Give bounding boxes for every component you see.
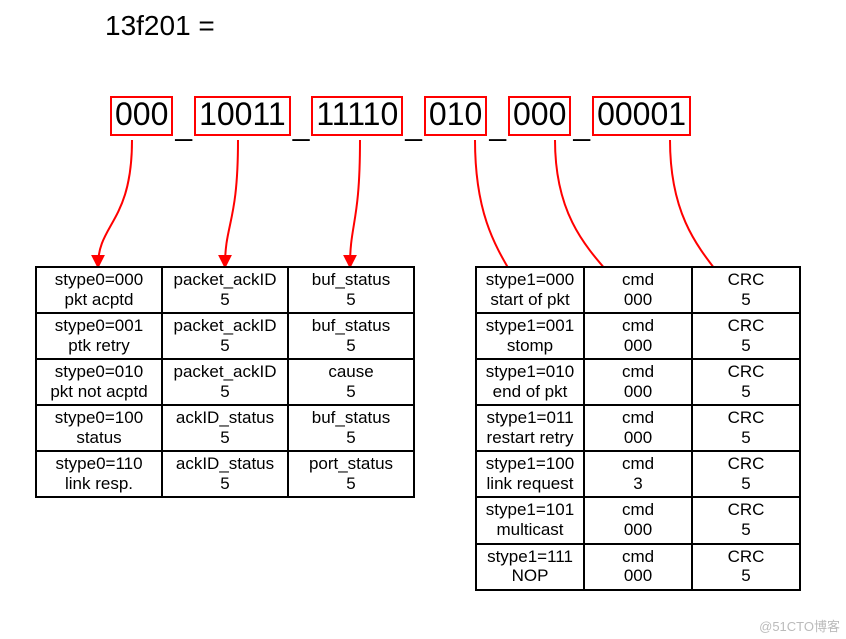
stype1-cell: CRC5 [692, 497, 800, 543]
stype0-cell: packet_ackID5 [162, 267, 288, 313]
table-row: stype0=100statusackID_status5buf_status5 [36, 405, 414, 451]
stype1-cell: cmd000 [584, 497, 692, 543]
separator: _ [403, 109, 424, 143]
arrow [350, 140, 360, 266]
table-row: stype1=000start of pktcmd000CRC5 [476, 267, 800, 313]
separator: _ [571, 109, 592, 143]
stype1-cell: cmd000 [584, 405, 692, 451]
stype0-cell: stype0=000pkt acptd [36, 267, 162, 313]
watermark: @51CTO博客 [759, 616, 840, 635]
stype1-cell: stype1=010end of pkt [476, 359, 584, 405]
table-row: stype1=100link requestcmd3CRC5 [476, 451, 800, 497]
stype1-cell: CRC5 [692, 313, 800, 359]
stype1-cell: CRC5 [692, 359, 800, 405]
stype1-cell: CRC5 [692, 451, 800, 497]
stype0-cell: stype0=100status [36, 405, 162, 451]
separator: _ [291, 109, 312, 143]
table-row: stype1=001stompcmd000CRC5 [476, 313, 800, 359]
stype1-cell: cmd000 [584, 359, 692, 405]
table-row: stype0=000pkt acptdpacket_ackID5buf_stat… [36, 267, 414, 313]
stype1-cell: CRC5 [692, 405, 800, 451]
table-row: stype0=010pkt not acptdpacket_ackID5caus… [36, 359, 414, 405]
table-row: stype1=101multicastcmd000CRC5 [476, 497, 800, 543]
bit-sequence: 000 _ 10011 _ 11110 _ 010 _ 000 _ 00001 [110, 96, 691, 136]
separator: _ [173, 109, 194, 143]
stype0-cell: port_status5 [288, 451, 414, 497]
table-row: stype1=010end of pktcmd000CRC5 [476, 359, 800, 405]
stype1-cell: stype1=101multicast [476, 497, 584, 543]
stype0-cell: ackID_status5 [162, 451, 288, 497]
stype0-cell: buf_status5 [288, 313, 414, 359]
stype0-cell: ackID_status5 [162, 405, 288, 451]
bit-group-1: 10011 [194, 96, 291, 136]
stype1-cell: stype1=011restart retry [476, 405, 584, 451]
stype1-cell: CRC5 [692, 544, 800, 590]
table-row: stype1=111NOPcmd000CRC5 [476, 544, 800, 590]
bit-group-3: 010 [424, 96, 487, 136]
table-row: stype0=110link resp.ackID_status5port_st… [36, 451, 414, 497]
stype0-cell: packet_ackID5 [162, 359, 288, 405]
stype1-cell: stype1=111NOP [476, 544, 584, 590]
stype0-cell: stype0=010pkt not acptd [36, 359, 162, 405]
stype1-cell: stype1=100link request [476, 451, 584, 497]
arrow [98, 140, 132, 266]
stype1-cell: cmd000 [584, 267, 692, 313]
stype0-cell: stype0=001ptk retry [36, 313, 162, 359]
bit-group-5: 00001 [592, 96, 691, 136]
stype0-table: stype0=000pkt acptdpacket_ackID5buf_stat… [35, 266, 415, 498]
stype0-cell: packet_ackID5 [162, 313, 288, 359]
stype1-cell: cmd000 [584, 544, 692, 590]
table-row: stype0=001ptk retrypacket_ackID5buf_stat… [36, 313, 414, 359]
separator: _ [487, 109, 508, 143]
stype0-cell: stype0=110link resp. [36, 451, 162, 497]
arrow [225, 140, 238, 266]
stype0-cell: buf_status5 [288, 405, 414, 451]
stype0-cell: cause5 [288, 359, 414, 405]
stype0-cell: buf_status5 [288, 267, 414, 313]
bit-group-0: 000 [110, 96, 173, 136]
bit-group-2: 11110 [311, 96, 403, 136]
table-row: stype1=011restart retrycmd000CRC5 [476, 405, 800, 451]
stype1-table: stype1=000start of pktcmd000CRC5stype1=0… [475, 266, 801, 591]
stype1-cell: stype1=001stomp [476, 313, 584, 359]
stype1-cell: stype1=000start of pkt [476, 267, 584, 313]
hex-title: 13f201 = [105, 10, 215, 42]
stype1-cell: CRC5 [692, 267, 800, 313]
stype1-cell: cmd3 [584, 451, 692, 497]
bit-group-4: 000 [508, 96, 571, 136]
stype1-cell: cmd000 [584, 313, 692, 359]
